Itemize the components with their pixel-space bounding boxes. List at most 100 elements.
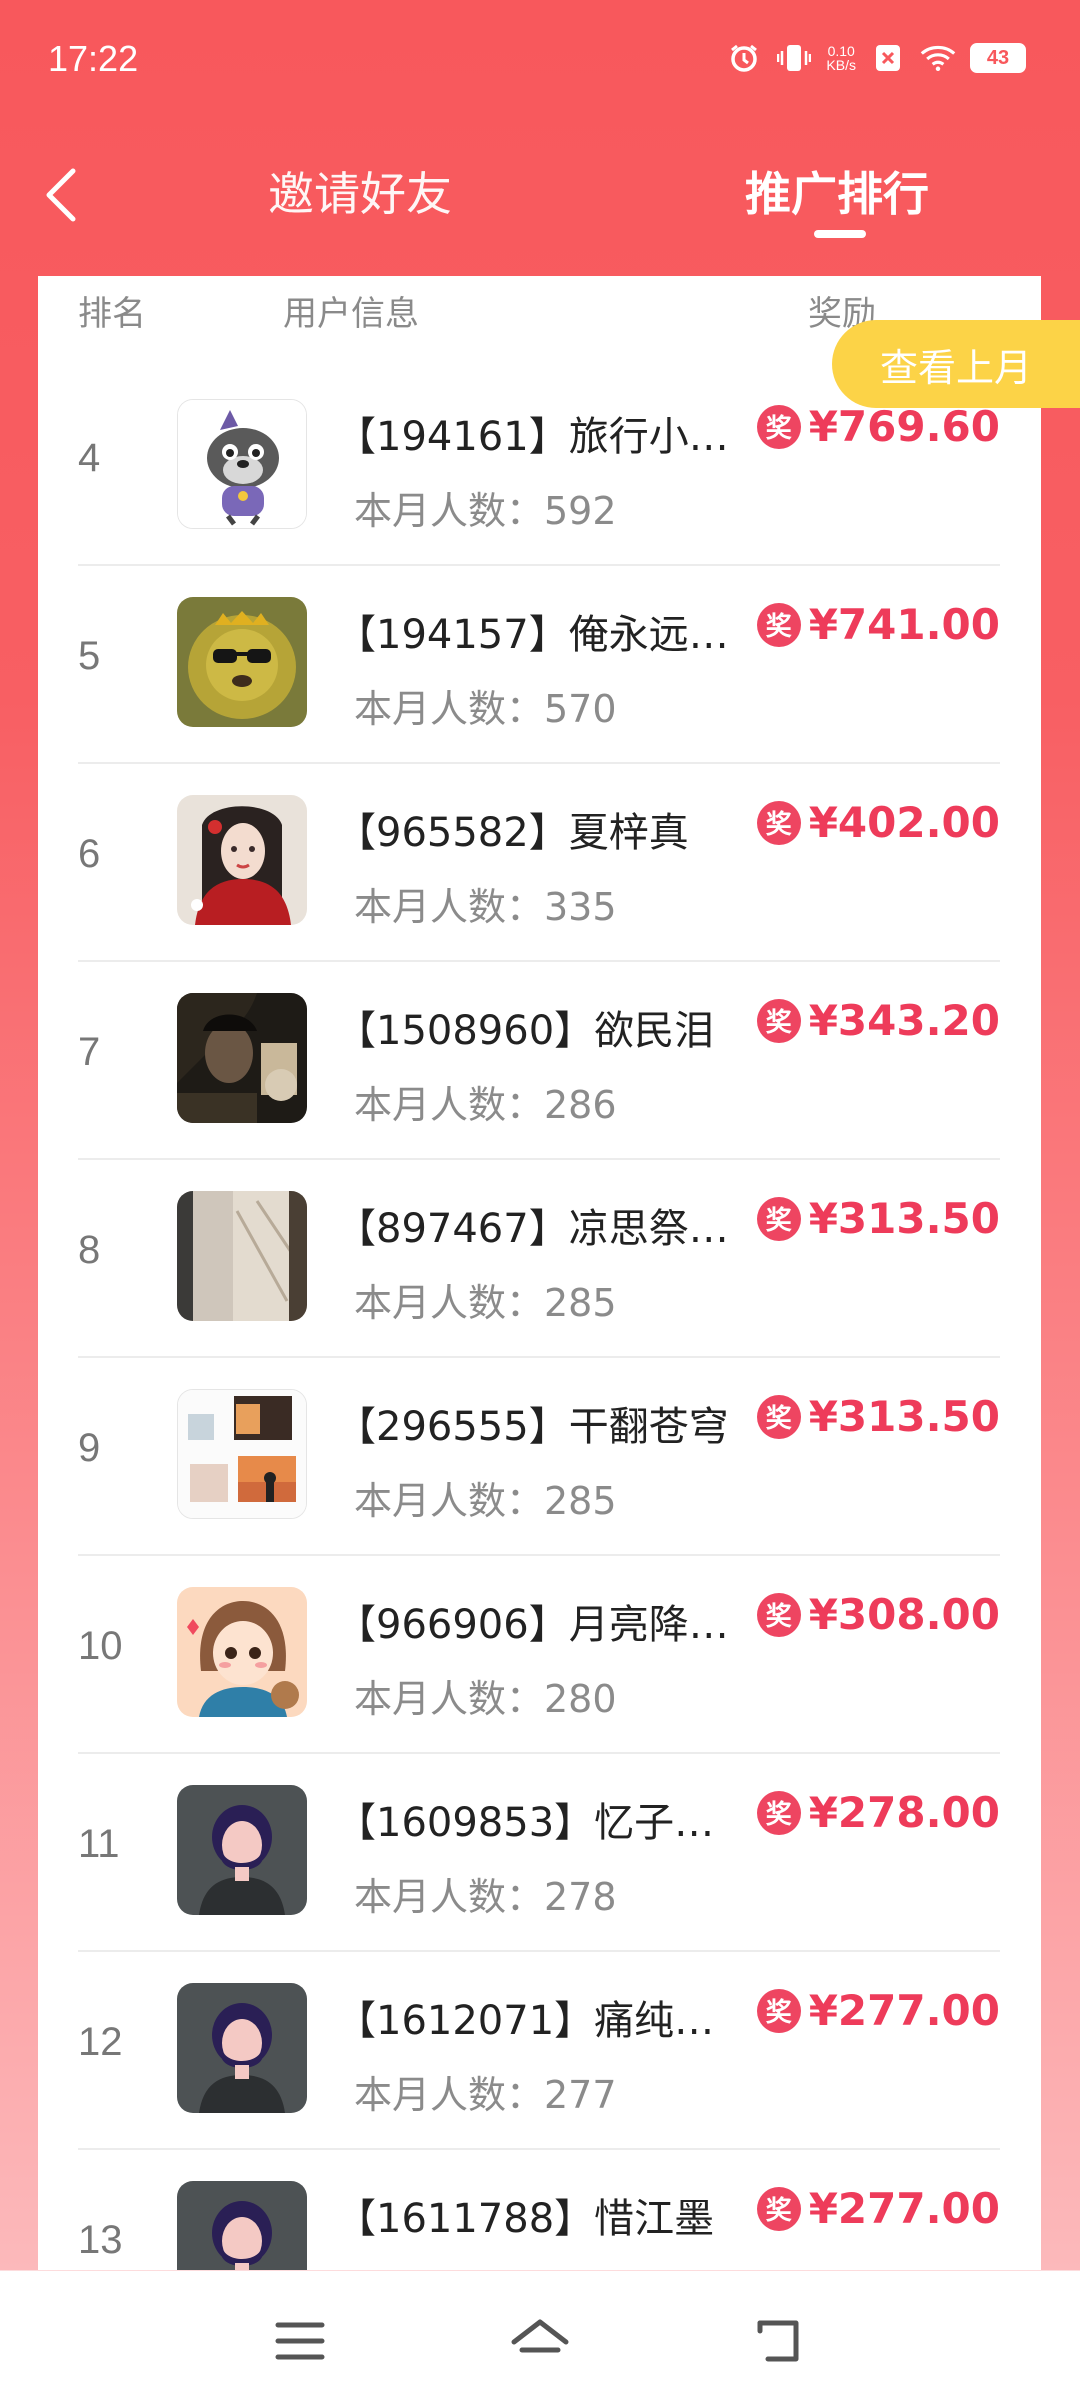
avatar [177, 1587, 307, 1717]
reward-amount: ¥741.00 [808, 600, 1000, 649]
table-row[interactable]: 13 【1611788】惜江墨 奖 ¥277.00 [78, 2148, 1000, 2270]
monthly-count: 本月人数：280 [354, 1677, 617, 1721]
avatar [177, 795, 307, 925]
tab-invite-friends[interactable]: 邀请好友 [268, 158, 452, 224]
reward-amount: ¥308.00 [808, 1590, 1000, 1639]
status-bar: 17:22 0.10 KB/s 43 [0, 0, 1080, 130]
back-button[interactable] [26, 160, 96, 230]
network-speed-value: 0.10 [827, 43, 855, 59]
table-row[interactable]: 11 【1609853】忆子分… 本月人数：278 奖 ¥278.00 [78, 1752, 1000, 1952]
reward: 奖 ¥313.50 [756, 1194, 1000, 1243]
rank-number: 9 [78, 1426, 101, 1470]
battery-icon: 43 [970, 43, 1026, 73]
network-speed-unit: KB/s [826, 57, 856, 73]
status-time: 17:22 [48, 38, 139, 79]
reward: 奖 ¥277.00 [756, 2184, 1000, 2233]
reward-badge-icon: 奖 [756, 998, 801, 1043]
user-name: 【1508960】欲民泪 [336, 1008, 715, 1054]
reward-badge-icon: 奖 [756, 1988, 801, 2033]
reward: 奖 ¥278.00 [756, 1788, 1000, 1837]
avatar [177, 1191, 307, 1321]
rank-number: 7 [78, 1030, 101, 1074]
monthly-count: 本月人数：285 [354, 1281, 617, 1325]
table-row[interactable]: 8 【897467】凉思祭绯虚 本月人数：285 奖 ¥313.50 [78, 1158, 1000, 1358]
alarm-icon [726, 40, 762, 76]
rank-number: 6 [78, 832, 101, 876]
column-header-rank: 排名 [78, 294, 146, 334]
reward: 奖 ¥769.60 [756, 402, 1000, 451]
column-header-user-info: 用户信息 [283, 294, 419, 334]
reward-badge-icon: 奖 [756, 1592, 801, 1637]
user-name: 【194161】旅行小使者 [336, 414, 754, 460]
table-row[interactable]: 5 【194157】俺永远的神 本月人数：570 奖 ¥741.00 [78, 564, 1000, 764]
table-row[interactable]: 12 【1612071】痛纯茫… 本月人数：277 奖 ¥277.00 [78, 1950, 1000, 2150]
menu-icon [275, 2322, 325, 2360]
wifi-icon [920, 40, 956, 76]
network-speed: 0.10 KB/s [826, 44, 856, 72]
reward-badge-icon: 奖 [756, 1394, 801, 1439]
reward-amount: ¥769.60 [808, 402, 1000, 451]
ranking-card: 排名 用户信息 奖励 4 【194161】旅行小使者 本月人数：592 奖 ¥7… [38, 276, 1041, 2270]
avatar [177, 399, 307, 529]
monthly-count: 本月人数：592 [354, 489, 617, 533]
reward: 奖 ¥308.00 [756, 1590, 1000, 1639]
status-icons: 0.10 KB/s 43 [726, 40, 1026, 76]
reward-amount: ¥277.00 [808, 1986, 1000, 2035]
rank-number: 11 [78, 1822, 120, 1866]
monthly-count: 本月人数：286 [354, 1083, 617, 1127]
reward-badge-icon: 奖 [756, 602, 801, 647]
reward: 奖 ¥402.00 [756, 798, 1000, 847]
reward-amount: ¥277.00 [808, 2184, 1000, 2233]
table-row[interactable]: 6 【965582】夏梓真 本月人数：335 奖 ¥402.00 [78, 762, 1000, 962]
monthly-count: 本月人数：570 [354, 687, 617, 731]
reward-amount: ¥343.20 [808, 996, 1000, 1045]
rank-number: 5 [78, 634, 101, 678]
monthly-count: 本月人数：335 [354, 885, 617, 929]
avatar [177, 1785, 307, 1915]
reward: 奖 ¥277.00 [756, 1986, 1000, 2035]
sim-off-icon [870, 40, 906, 76]
rank-number: 10 [78, 1624, 123, 1668]
reward-badge-icon: 奖 [756, 404, 801, 449]
back-icon [757, 2320, 799, 2362]
user-name: 【965582】夏梓真 [336, 810, 689, 856]
avatar [177, 993, 307, 1123]
rank-number: 8 [78, 1228, 101, 1272]
avatar [177, 597, 307, 727]
home-icon [511, 2319, 569, 2353]
avatar [177, 2181, 307, 2270]
user-name: 【1611788】惜江墨 [336, 2196, 715, 2242]
reward-badge-icon: 奖 [756, 800, 801, 845]
rank-number: 4 [78, 436, 101, 480]
active-tab-indicator [814, 230, 866, 238]
avatar [177, 1389, 307, 1519]
user-name: 【194157】俺永远的神 [336, 612, 754, 658]
user-name: 【897467】凉思祭绯虚 [336, 1206, 754, 1252]
table-row[interactable]: 10 【966906】月亮降… 本月人数：280 奖 ¥308.00 [78, 1554, 1000, 1754]
system-navigation-bar [0, 2271, 1080, 2408]
home-button[interactable] [508, 2309, 572, 2373]
vibrate-icon [776, 40, 812, 76]
rank-number: 13 [78, 2218, 123, 2262]
user-name: 【1612071】痛纯茫… [336, 1998, 754, 2044]
monthly-count: 本月人数：285 [354, 1479, 617, 1523]
tab-promotion-ranking[interactable]: 推广排行 [745, 158, 929, 224]
reward: 奖 ¥343.20 [756, 996, 1000, 1045]
reward: 奖 ¥313.50 [756, 1392, 1000, 1441]
reward: 奖 ¥741.00 [756, 600, 1000, 649]
user-name: 【966906】月亮降… [336, 1602, 729, 1648]
monthly-count: 本月人数：277 [354, 2073, 617, 2117]
view-last-month-button[interactable]: 查看上月 [832, 320, 1080, 408]
table-row[interactable]: 7 【1508960】欲民泪 本月人数：286 奖 ¥343.20 [78, 960, 1000, 1160]
chevron-left-icon [46, 168, 76, 222]
avatar [177, 1983, 307, 2113]
reward-badge-icon: 奖 [756, 2186, 801, 2231]
menu-button[interactable] [268, 2309, 332, 2373]
user-name: 【296555】干翻苍穹 [336, 1404, 729, 1450]
rank-number: 12 [78, 2020, 123, 2064]
reward-amount: ¥402.00 [808, 798, 1000, 847]
reward-amount: ¥313.50 [808, 1392, 1000, 1441]
back-nav-button[interactable] [748, 2309, 812, 2373]
reward-badge-icon: 奖 [756, 1790, 801, 1835]
table-row[interactable]: 9 【296555】干翻苍穹 本月人数：285 奖 ¥313.50 [78, 1356, 1000, 1556]
